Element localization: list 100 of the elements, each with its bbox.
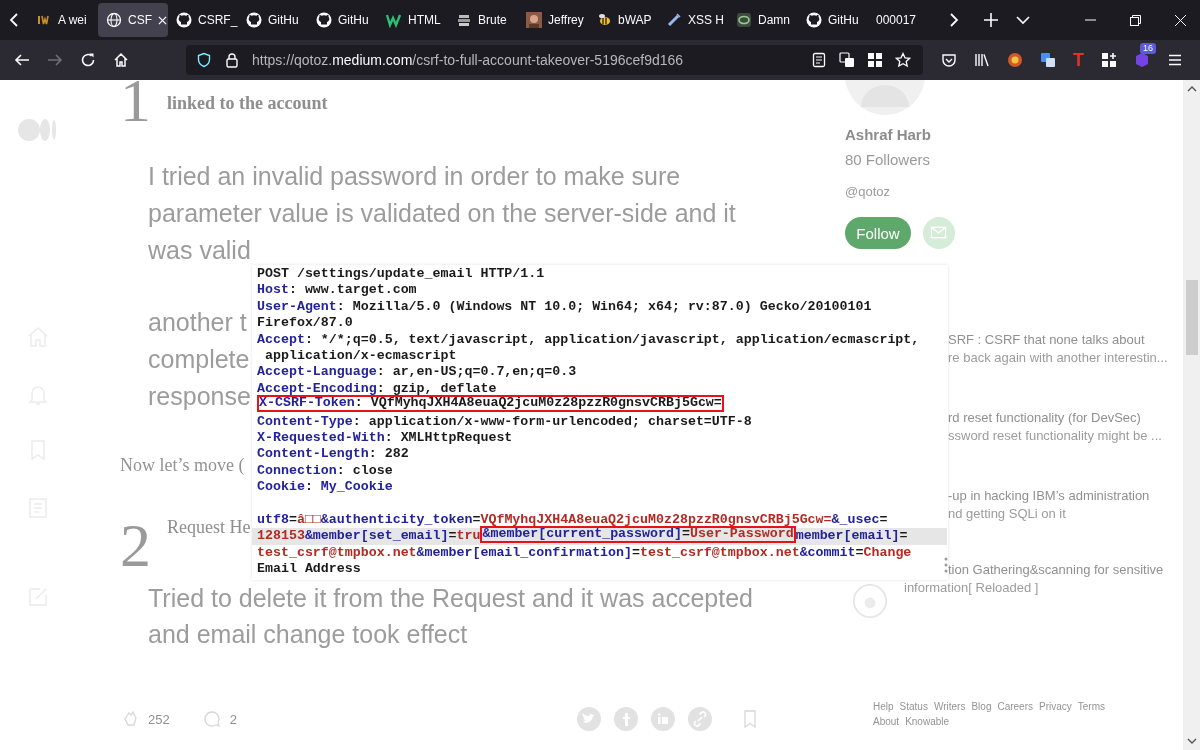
reload-icon[interactable] [80, 52, 96, 68]
footer-link[interactable]: About [873, 715, 900, 728]
response-count: 2 [229, 711, 237, 727]
extensions-icon[interactable] [1101, 52, 1117, 68]
footer-link[interactable]: Careers [997, 700, 1033, 713]
code-text: test_csrf@tmpbox.net&member[email_confirmation]=test_csrf@tmpbox.net&commit=Change [257, 544, 912, 562]
cat-logo-icon [176, 12, 192, 28]
lock-icon[interactable] [224, 52, 240, 68]
browser-tab[interactable]: Jeffrey [518, 3, 588, 37]
code-text: Cookie: My_Cookie [257, 479, 393, 496]
browser-tab[interactable]: GitHu [238, 3, 308, 37]
scroll-up-icon[interactable] [1186, 86, 1197, 92]
close-icon[interactable] [1175, 14, 1186, 26]
code-text: X-Requested-With: XMLHttpRequest [257, 429, 513, 447]
footer-link[interactable]: Help [873, 700, 894, 713]
code-text: Content-Length: 282 [257, 446, 409, 463]
new-tab-icon[interactable] [984, 13, 998, 27]
browser-tab[interactable]: Damn [728, 3, 798, 37]
extension-button[interactable]: T [1073, 49, 1084, 71]
cat-logo-icon [806, 12, 822, 28]
home-icon[interactable] [113, 52, 129, 68]
pocket-icon[interactable] [941, 52, 957, 68]
paragraph: I tried an invalid password in order to make sure parameter value is validated on the server-side and it was valid [148, 163, 736, 264]
code-text: POST /settings/update_email HTTP/1.1 [257, 266, 545, 283]
code-text: Firefox/87.0 [257, 315, 353, 332]
code-text: Host: www.target.com [257, 282, 417, 299]
code-text: 128153&member[set_email]=tru [257, 528, 481, 545]
extension-icon[interactable] [1007, 52, 1023, 68]
restore-icon[interactable] [1130, 14, 1141, 26]
browser-tab[interactable]: A wei [28, 3, 98, 37]
footer-link[interactable]: Blog [971, 700, 992, 713]
highlight-box: &member[current_password]=User-Password [480, 526, 796, 543]
code-text: Content-Type: application/x-www-form-urlencoded; charset=UTF-8 [257, 413, 752, 430]
related-story-title[interactable]: SRF : CSRF that none talks about [948, 331, 1145, 349]
syringe-icon [666, 12, 682, 28]
step-heading: Request He [167, 516, 251, 539]
follower-count: 80 Followers [845, 150, 931, 170]
address-field[interactable]: https://qotoz.medium.com/csrf-to-full-account-takeover-5196cef9d166 [186, 45, 923, 75]
related-story-title[interactable]: rd reset functionality (for DevSec) [948, 409, 1141, 427]
stack-icon [456, 12, 472, 28]
browser-tab[interactable]: XSS H [658, 3, 728, 37]
library-icon[interactable] [974, 52, 990, 68]
step-number: 1 [120, 80, 151, 130]
footer-link[interactable]: Writers [933, 700, 966, 713]
globe-icon [106, 12, 122, 28]
related-story-excerpt: information[ Reloaded ] [904, 579, 1039, 597]
code-text: Connection: close [257, 462, 393, 480]
reader-view-icon[interactable] [811, 52, 827, 68]
code-text: utf8=â□□&authenticity_token=VQfMyhqJXH4A8euaQ2jcuM0z28pzzR0gnsvCRBj5Gcw=&_usec= [257, 511, 888, 528]
browser-tab[interactable]: CSF [98, 3, 168, 37]
scroll-right-icon[interactable] [949, 13, 959, 27]
footer-link[interactable]: Status [899, 700, 928, 713]
related-story-excerpt: ssword reset functionality might be ... [948, 427, 1162, 445]
paragraph: another t complete response [148, 307, 251, 412]
browser-tab[interactable]: GitHu [798, 3, 868, 37]
menu-icon[interactable] [1167, 52, 1183, 68]
scroll-left-icon[interactable] [9, 13, 19, 27]
tab-list-icon[interactable] [1016, 15, 1030, 25]
translate-icon[interactable] [839, 52, 855, 68]
count-badge: 16 [1140, 43, 1156, 54]
browser-tab[interactable]: bWAP [588, 3, 658, 37]
cat-logo-icon [316, 12, 332, 28]
code-text: Email Address [257, 561, 361, 578]
browser-tab[interactable]: Brute [448, 3, 518, 37]
follow-button[interactable]: Follow [845, 217, 911, 249]
paragraph: Tried to delete it from the Request and it was accepted and email change took effect [148, 583, 753, 650]
browser-tab[interactable]: GitHu [308, 3, 378, 37]
step-number: 2 [120, 515, 151, 575]
highlight-box: X-CSRF-Token: VQfMyhqJXH4A8euaQ2jcuM0z28pzzR0gnsvCRBj5Gcw= [257, 395, 724, 412]
author-name[interactable]: Ashraf Harb [845, 125, 931, 145]
close-tab-icon[interactable] [158, 15, 167, 25]
scrollbar-thumb[interactable] [1185, 280, 1198, 355]
footer-link[interactable]: Terms [1077, 700, 1106, 713]
translate-extension-icon[interactable] [1040, 52, 1056, 68]
scroll-down-icon[interactable] [1186, 738, 1197, 744]
clap-count: 252 [148, 711, 170, 727]
footer-link[interactable]: Privacy [1039, 700, 1072, 713]
step-heading: linked to the account [167, 92, 328, 115]
browser-tab[interactable]: CSRF_ [168, 3, 238, 37]
paragraph: Now let’s move ( [120, 454, 245, 477]
code-text: Accept-Language: ar,en-US;q=0.7,en;q=0.3 [257, 364, 577, 381]
footer-link[interactable]: Knowable [905, 715, 950, 728]
ring-logo-icon [736, 12, 752, 28]
browser-tab[interactable]: 000017 [868, 3, 938, 37]
bee-icon [596, 12, 612, 28]
star-icon[interactable] [895, 52, 911, 68]
related-story-excerpt: re back again with another interestin... [948, 349, 1168, 367]
related-story-title[interactable]: tion Gathering&scanning for sensitive [948, 561, 1164, 579]
code-text: application/x-ecmascript [263, 347, 457, 365]
shield-extension-icon[interactable] [1134, 52, 1150, 68]
browser-tab[interactable]: HTML [378, 3, 448, 37]
cat-logo-icon [246, 12, 262, 28]
back-icon[interactable] [14, 52, 30, 68]
scrollbar[interactable] [1183, 80, 1200, 750]
author-handle: @qotoz [845, 183, 890, 201]
shield-icon[interactable] [196, 52, 212, 68]
grid-icon[interactable] [867, 52, 883, 68]
more-icon[interactable] [944, 557, 948, 573]
related-story-title[interactable]: -up in hacking IBM’s administration [948, 487, 1150, 505]
code-text: User-Agent: Mozilla/5.0 (Windows NT 10.0; Win64; x64; rv:87.0) Gecko/20100101 [257, 298, 872, 316]
